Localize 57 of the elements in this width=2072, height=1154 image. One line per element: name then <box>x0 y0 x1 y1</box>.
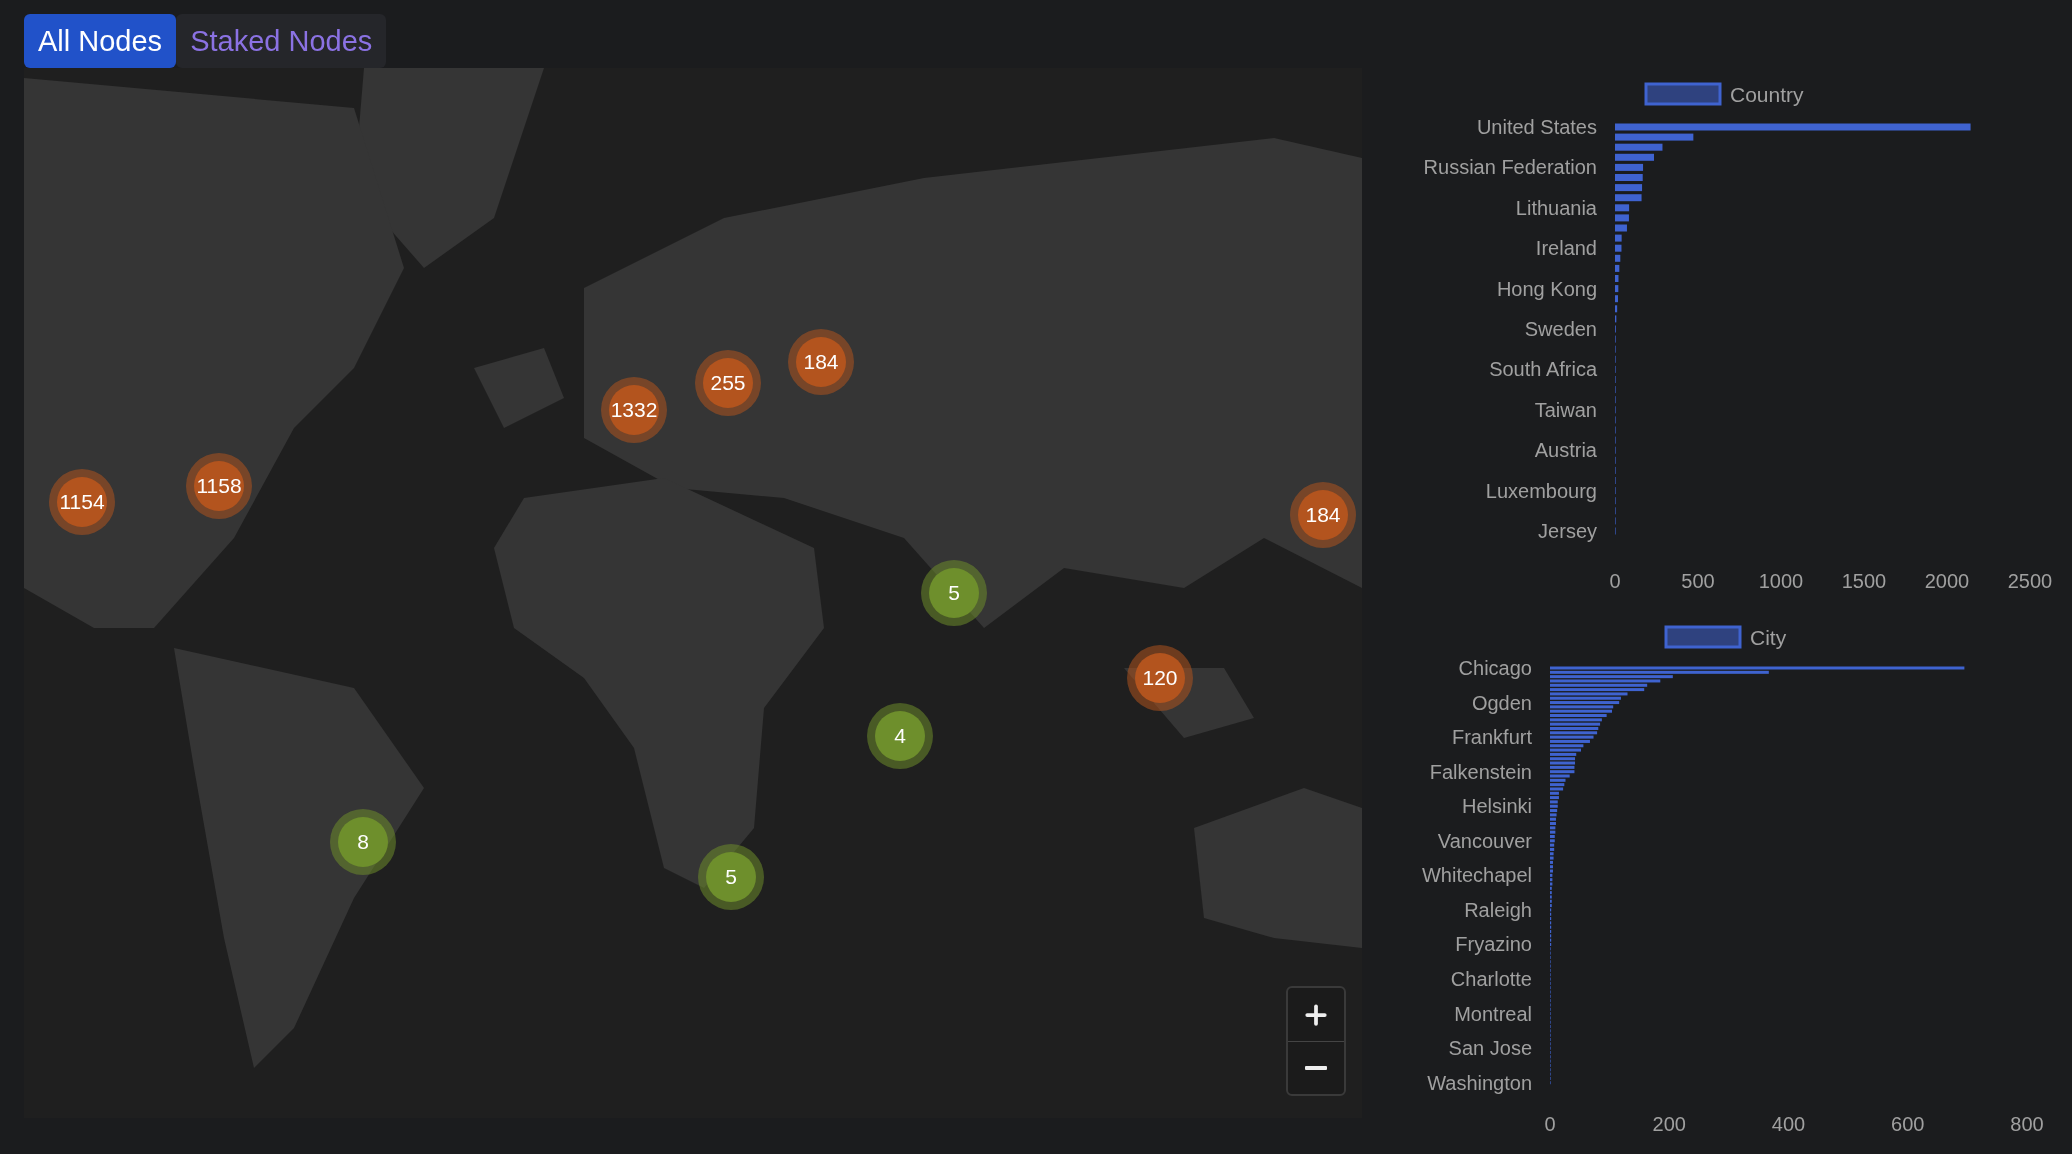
axis-label: Raleigh <box>1464 898 1532 921</box>
bar <box>1615 244 1622 252</box>
axis-label: Vancouver <box>1437 829 1532 852</box>
axis-label: Jersey <box>1538 520 1597 542</box>
axis-tick: 2000 <box>1924 570 1970 592</box>
axis-label: Hong Kong <box>1496 277 1597 300</box>
axis-label: United States <box>1476 116 1597 138</box>
axis-label: South Africa <box>1489 358 1597 381</box>
bar <box>1615 275 1619 282</box>
axis-label: Sweden <box>1524 318 1597 340</box>
minus-icon <box>1305 1066 1327 1070</box>
axis-tick: 0 <box>1609 570 1621 592</box>
axis-tick: 500 <box>1681 570 1715 592</box>
axis-tick: 200 <box>1652 1113 1686 1135</box>
bar <box>1615 254 1621 262</box>
legend-label: City <box>1750 626 1787 649</box>
axis-tick: 400 <box>1771 1113 1806 1135</box>
axis-label: Whitechapel <box>1421 864 1532 887</box>
axis-label: Austria <box>1534 439 1597 462</box>
axis-tick: 800 <box>2010 1113 2044 1135</box>
bar <box>1615 143 1663 151</box>
tab[interactable]: Staked Nodes <box>176 14 387 68</box>
bar <box>1615 204 1630 212</box>
bar <box>1615 305 1618 313</box>
axis-label: Montreal <box>1454 1002 1532 1025</box>
axis-label: San Jose <box>1448 1037 1532 1060</box>
axis-label: Lithuania <box>1515 196 1597 219</box>
bar <box>1615 174 1643 181</box>
bar <box>1615 234 1622 242</box>
bar <box>1615 184 1643 192</box>
axis-label: Taiwan <box>1534 398 1597 421</box>
axis-tick: 1000 <box>1758 570 1804 592</box>
bar <box>1615 194 1642 202</box>
axis-label: Fryazino <box>1455 933 1532 956</box>
bar <box>1615 224 1627 232</box>
axis-label: Ireland <box>1535 237 1597 260</box>
bar <box>1615 285 1619 293</box>
axis-tick: 0 <box>1544 1113 1556 1135</box>
bar <box>1615 153 1654 161</box>
axis-tick: 600 <box>1891 1113 1925 1135</box>
tab[interactable]: All Nodes <box>24 14 177 68</box>
axis-label: Ogden <box>1471 691 1532 714</box>
axis-label: Russian Federation <box>1423 156 1597 179</box>
axis-label: Falkenstein <box>1429 760 1532 783</box>
axis-label: Frankfurt <box>1451 726 1532 749</box>
axis-label: Washington <box>1427 1071 1532 1094</box>
bar <box>1615 163 1644 171</box>
axis-tick: 1500 <box>1841 570 1887 592</box>
axis-label: Luxembourg <box>1485 479 1597 502</box>
axis-label: Charlotte <box>1450 968 1532 991</box>
axis-label: Helsinki <box>1461 795 1532 818</box>
bar <box>1615 214 1629 222</box>
axis-tick: 2500 <box>2007 570 2053 592</box>
axis-label: Chicago <box>1458 657 1532 679</box>
bar <box>1615 295 1618 303</box>
bar <box>1615 264 1620 272</box>
legend-label: Country <box>1730 83 1804 106</box>
